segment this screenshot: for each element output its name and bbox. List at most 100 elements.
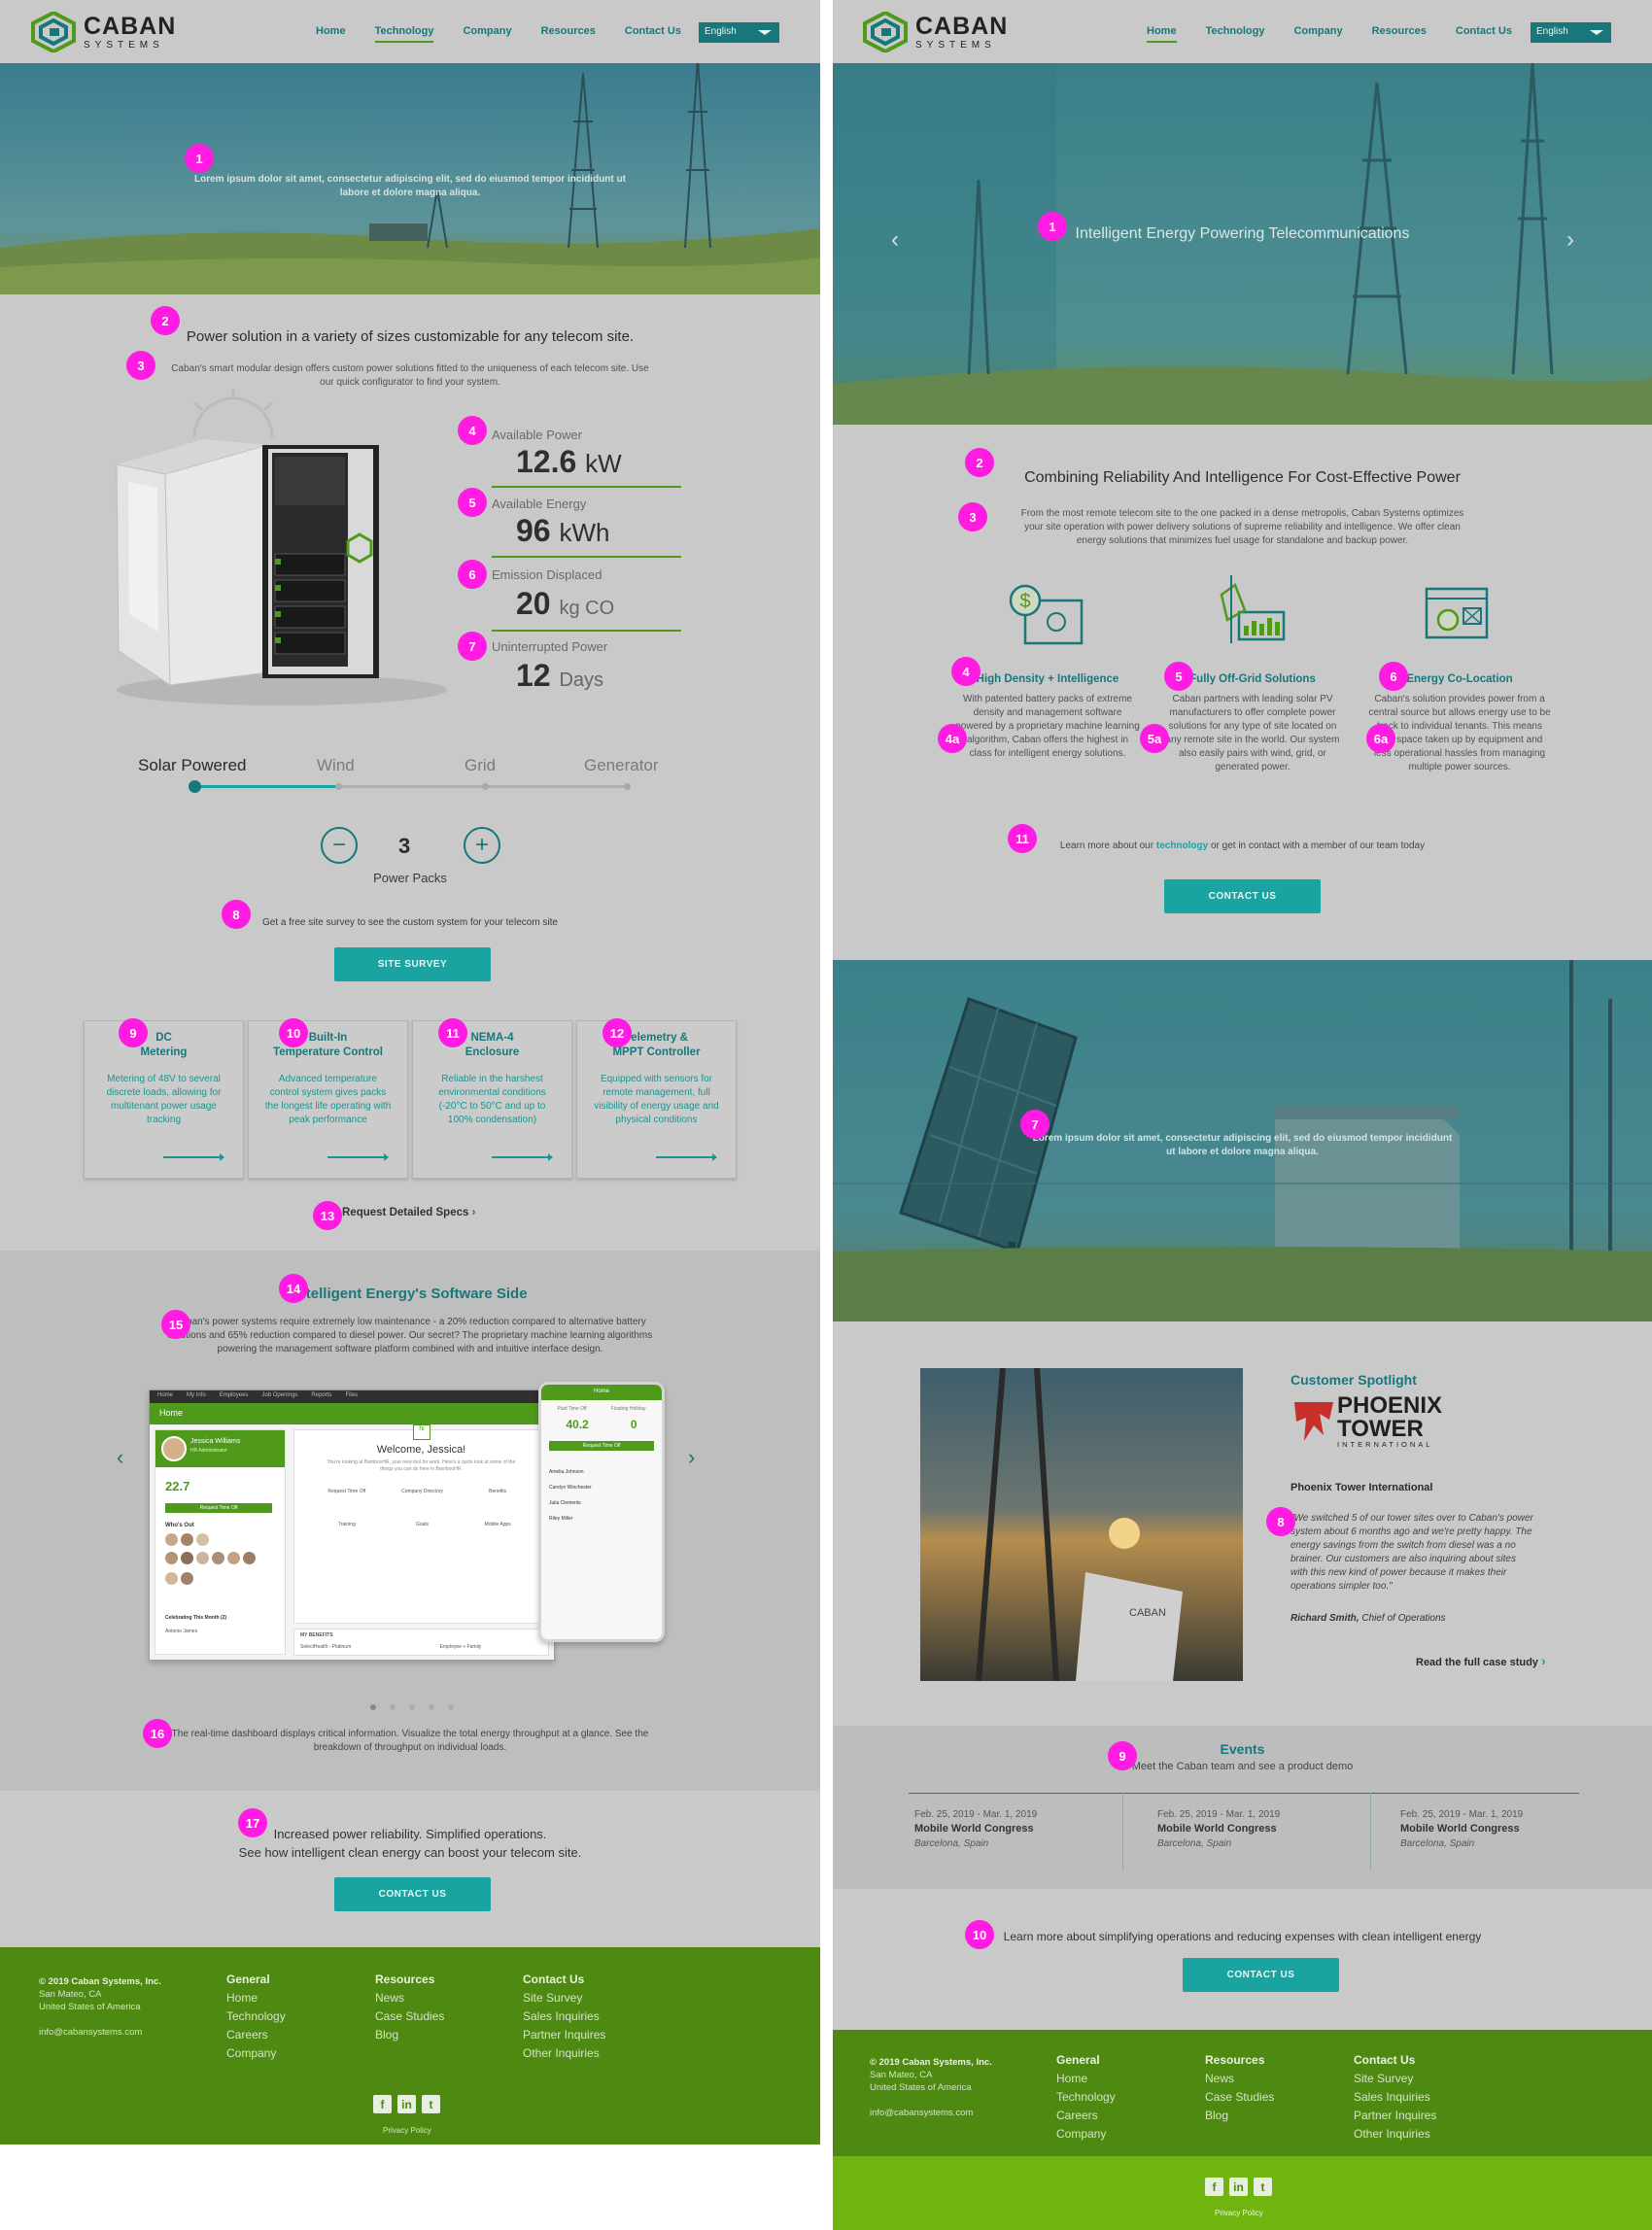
event-card[interactable]: Feb. 25, 2019 - Mar. 1, 2019 Mobile Worl… [914,1807,1138,1851]
source-wind[interactable]: Wind [317,756,355,775]
footer-link[interactable]: Site Survey [523,1989,605,2007]
linkedin-icon[interactable]: in [397,2095,416,2113]
carousel-dot[interactable] [390,1704,396,1710]
footer-link[interactable]: Blog [1205,2107,1274,2125]
nav-contact[interactable]: Contact Us [1456,25,1512,43]
feature-card-telemetry[interactable]: Telemetry & MPPT Controller Equipped wit… [576,1020,737,1179]
carousel-dot[interactable] [429,1704,434,1710]
carousel-dot[interactable] [409,1704,415,1710]
technology-link[interactable]: technology [1156,841,1208,851]
nav-contact[interactable]: Contact Us [625,25,681,43]
carousel-dot[interactable] [370,1704,376,1710]
source-generator[interactable]: Generator [584,756,659,775]
footer-link[interactable]: Partner Inquires [1354,2107,1436,2125]
nav-home[interactable]: Home [1147,25,1177,43]
dash-tab[interactable]: Home [157,1392,173,1401]
footer-link[interactable]: Blog [375,2026,444,2044]
footer-link[interactable]: Careers [226,2026,286,2044]
contact-us-button[interactable]: CONTACT US [1183,1958,1339,1992]
linkedin-icon[interactable]: in [1229,2178,1248,2196]
footer-link[interactable]: Home [1056,2070,1116,2088]
footer-link[interactable]: Technology [1056,2088,1116,2107]
footer-link[interactable]: News [375,1989,444,2007]
request-specs-link[interactable]: Request Detailed Specs › [342,1207,475,1218]
benefit-plan: SelectHealth - Platinum [300,1644,352,1650]
footer-email[interactable]: info@cabansystems.com [870,2107,992,2119]
list-item[interactable]: Amelia Johnson [549,1464,654,1480]
nav-resources[interactable]: Resources [541,25,596,43]
nav-home[interactable]: Home [316,25,346,43]
event-card[interactable]: Feb. 25, 2019 - Mar. 1, 2019 Mobile Worl… [1400,1807,1624,1851]
dash-tile[interactable]: Benefits [460,1489,535,1494]
annotation-marker: 14 [279,1274,308,1303]
list-item[interactable]: Riley Miller [549,1511,654,1527]
source-grid[interactable]: Grid [465,756,496,775]
nav-company[interactable]: Company [463,25,511,43]
footer-link[interactable]: Other Inquiries [523,2044,605,2063]
footer-link[interactable]: Case Studies [1205,2088,1274,2107]
dash-tile[interactable]: Company Directory [385,1489,461,1494]
contact-us-button[interactable]: CONTACT US [1164,879,1321,913]
footer-link[interactable]: Technology [226,2007,286,2026]
event-card[interactable]: Feb. 25, 2019 - Mar. 1, 2019 Mobile Worl… [1157,1807,1381,1851]
facebook-icon[interactable]: f [373,2095,392,2113]
privacy-link[interactable]: Privacy Policy [383,2126,431,2135]
stat-unit-emission: kg CO [559,598,615,619]
case-study-link[interactable]: Read the full case study › [1416,1653,1546,1668]
nav-resources[interactable]: Resources [1372,25,1427,43]
carousel-next[interactable]: › [688,1445,695,1470]
logo-icon [863,12,908,52]
increase-packs-button[interactable]: + [464,827,500,864]
decrease-packs-button[interactable]: − [321,827,358,864]
carousel-dot[interactable] [448,1704,454,1710]
logo[interactable]: CABAN SYSTEMS [31,12,176,52]
footer-link[interactable]: Company [226,2044,286,2063]
footer-email[interactable]: info@cabansystems.com [39,2026,161,2039]
footer-link[interactable]: Site Survey [1354,2070,1436,2088]
footer-link[interactable]: Sales Inquiries [523,2007,605,2026]
contact-us-button[interactable]: CONTACT US [334,1877,491,1911]
twitter-icon[interactable]: t [422,2095,440,2113]
carousel-prev[interactable]: ‹ [117,1445,123,1470]
feature-card-dc-metering[interactable]: DC Metering Metering of 48V to several d… [84,1020,244,1179]
language-select[interactable]: English [699,22,779,43]
feature-card-enclosure[interactable]: NEMA-4 Enclosure Reliable in the harshes… [412,1020,572,1179]
avatar [196,1552,209,1564]
source-slider-handle[interactable] [189,780,201,793]
nav-technology[interactable]: Technology [1206,25,1265,43]
twitter-icon[interactable]: t [1254,2178,1272,2196]
browser-network-icon [1425,587,1489,639]
list-item[interactable]: Carolyn Winchester [549,1480,654,1495]
dash-tab[interactable]: My Info [187,1392,206,1401]
request-time-off-button[interactable]: Request Time Off [165,1503,272,1513]
privacy-link[interactable]: Privacy Policy [1215,2209,1263,2217]
footer-link[interactable]: Case Studies [375,2007,444,2026]
footer-link[interactable]: Other Inquiries [1354,2125,1436,2144]
footer-link[interactable]: Sales Inquiries [1354,2088,1436,2107]
footer: © 2019 Caban Systems, Inc. San Mateo, CA… [0,1947,820,2144]
dash-tab[interactable]: Employees [220,1392,249,1401]
logo[interactable]: CABAN SYSTEMS [863,12,1008,52]
dash-tile[interactable]: Request Time Off [309,1489,385,1494]
nav-technology[interactable]: Technology [374,25,434,43]
footer-link[interactable]: Company [1056,2125,1116,2144]
list-item[interactable]: Julia Clements [549,1495,654,1511]
feature-card-temperature[interactable]: Built-In Temperature Control Advanced te… [248,1020,408,1179]
site-survey-button[interactable]: SITE SURVEY [334,947,491,981]
nav-company[interactable]: Company [1293,25,1342,43]
footer-link[interactable]: Partner Inquires [523,2026,605,2044]
source-solar[interactable]: Solar Powered [138,756,247,775]
dash-tile[interactable]: Goals [385,1522,461,1527]
dash-tab[interactable]: Reports [311,1392,331,1401]
dash-tile[interactable]: Training [309,1522,385,1527]
dash-tab[interactable]: Job Openings [261,1392,297,1401]
facebook-icon[interactable]: f [1205,2178,1223,2196]
footer-link[interactable]: Careers [1056,2107,1116,2125]
dash-tab[interactable]: Files [345,1392,358,1401]
footer-link[interactable]: Home [226,1989,286,2007]
phoenix-bird-icon [1294,1401,1333,1441]
phone-request-button[interactable]: Request Time Off [549,1441,654,1451]
language-select[interactable]: English [1531,22,1611,43]
dash-tile[interactable]: Mobile Apps [460,1522,535,1527]
footer-link[interactable]: News [1205,2070,1274,2088]
